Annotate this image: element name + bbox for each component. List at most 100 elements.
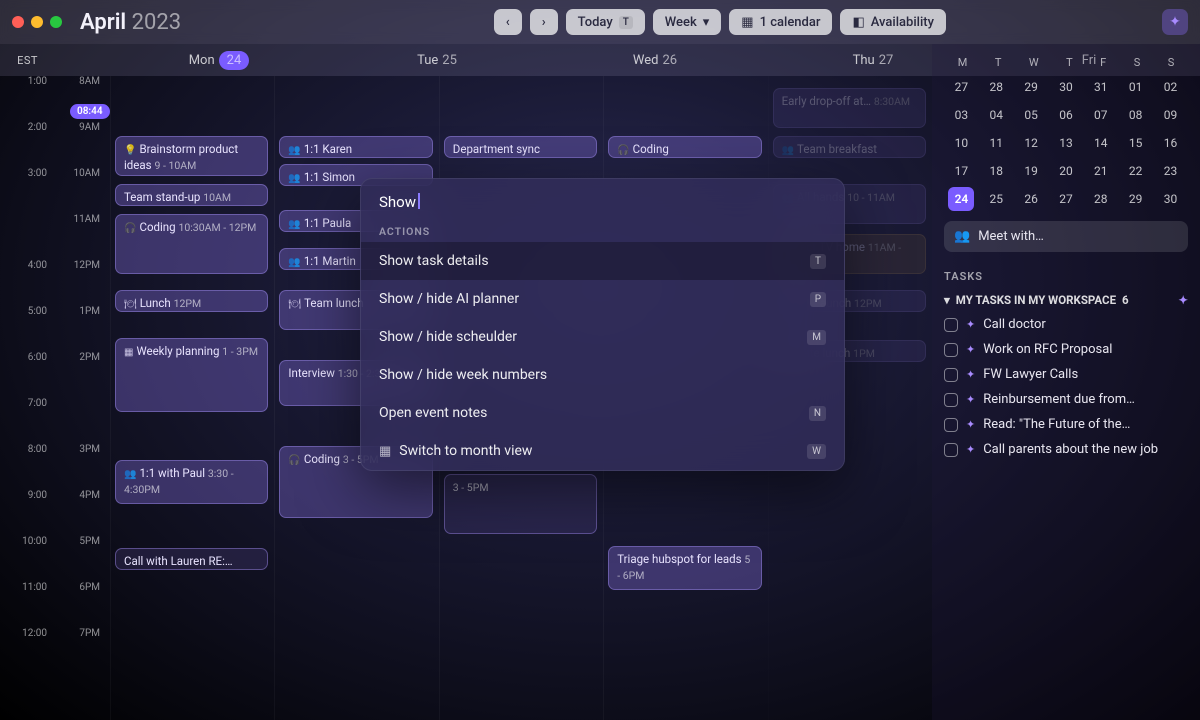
- command-input[interactable]: Show: [361, 179, 844, 221]
- page-title: April 2023: [80, 10, 181, 35]
- calendar-icon: ▦: [741, 15, 753, 30]
- meet-with-button[interactable]: 👥 Meet with…: [944, 221, 1188, 252]
- day-header[interactable]: Mon24: [110, 53, 328, 68]
- calendar-event[interactable]: Call with Lauren RE:…: [115, 548, 268, 570]
- command-item[interactable]: Show / hide week numbers: [361, 356, 844, 394]
- mini-day[interactable]: 15: [1123, 131, 1149, 155]
- mini-day[interactable]: 28: [1088, 187, 1114, 211]
- task-item[interactable]: ✦Work on RFC Proposal: [944, 342, 1188, 357]
- close-icon[interactable]: [12, 16, 24, 28]
- mini-day[interactable]: 31: [1088, 75, 1114, 99]
- time-row: 4:0012PM: [0, 260, 110, 306]
- task-item[interactable]: ✦Reinbursement due from…: [944, 392, 1188, 407]
- ai-sparkle-button[interactable]: ✦: [1162, 9, 1188, 35]
- calendar-event[interactable]: 👥1:1 with Paul 3:30 - 4:30PM: [115, 460, 268, 504]
- calendar-event[interactable]: 💡Brainstorm product ideas 9 - 10AM: [115, 136, 268, 176]
- mini-day[interactable]: 01: [1123, 75, 1149, 99]
- right-sidebar: MTWTFSS 27282930310102030405060708091011…: [932, 44, 1200, 720]
- people-icon: 👥: [954, 229, 970, 244]
- mini-dow: F: [1100, 56, 1106, 69]
- mini-day[interactable]: 29: [1018, 75, 1044, 99]
- mini-day[interactable]: 26: [1018, 187, 1044, 211]
- bolt-icon: ✦: [966, 418, 975, 431]
- checkbox[interactable]: [944, 318, 958, 332]
- mini-dow: T: [1066, 56, 1073, 69]
- mini-day[interactable]: 20: [1053, 159, 1079, 183]
- calendar-event[interactable]: 🎧Coding 10:30AM - 12PM: [115, 214, 268, 274]
- calendar-event[interactable]: 👥1:1 Karen: [279, 136, 432, 158]
- mini-day[interactable]: 02: [1157, 75, 1183, 99]
- mini-day[interactable]: 23: [1157, 159, 1183, 183]
- availability-button[interactable]: ◧ Availability: [840, 9, 946, 35]
- mini-day[interactable]: 10: [948, 131, 974, 155]
- task-item[interactable]: ✦Call doctor: [944, 317, 1188, 332]
- mini-day[interactable]: 30: [1157, 187, 1183, 211]
- mini-calendar[interactable]: MTWTFSS 27282930310102030405060708091011…: [944, 56, 1188, 211]
- mini-day[interactable]: 29: [1123, 187, 1149, 211]
- time-row: 7:00: [0, 398, 110, 444]
- task-item[interactable]: ✦Call parents about the new job: [944, 442, 1188, 457]
- calendar-event[interactable]: 🍽Lunch 12PM: [115, 290, 268, 312]
- mini-day[interactable]: 14: [1088, 131, 1114, 155]
- command-item[interactable]: Show / hide scheulderM: [361, 318, 844, 356]
- mini-day[interactable]: 07: [1088, 103, 1114, 127]
- command-palette[interactable]: Show ACTIONS Show task detailsTShow / hi…: [360, 178, 845, 471]
- calendar-event[interactable]: Team stand-up 10AM: [115, 184, 268, 206]
- checkbox[interactable]: [944, 368, 958, 382]
- mini-day[interactable]: 21: [1088, 159, 1114, 183]
- calendar-event[interactable]: 🎧Coding: [608, 136, 761, 158]
- mini-day[interactable]: 13: [1053, 131, 1079, 155]
- minimize-icon[interactable]: [31, 16, 43, 28]
- mini-day[interactable]: 03: [948, 103, 974, 127]
- chevron-down-icon: ▾: [703, 15, 710, 30]
- calendar-event[interactable]: Triage hubspot for leads 5 - 6PM: [608, 546, 761, 590]
- mini-day[interactable]: 06: [1053, 103, 1079, 127]
- window-controls[interactable]: [12, 16, 62, 28]
- maximize-icon[interactable]: [50, 16, 62, 28]
- view-select[interactable]: Week ▾: [653, 9, 722, 35]
- day-header[interactable]: Tue25: [328, 53, 546, 68]
- mini-day[interactable]: 11: [983, 131, 1009, 155]
- mini-day[interactable]: 16: [1157, 131, 1183, 155]
- calendar-event[interactable]: Department sync: [444, 136, 597, 158]
- checkbox[interactable]: [944, 343, 958, 357]
- bolt-icon: ✦: [966, 318, 975, 331]
- today-button[interactable]: Today T: [566, 9, 645, 35]
- mini-day[interactable]: 27: [948, 75, 974, 99]
- prev-button[interactable]: ‹: [494, 9, 522, 35]
- command-item[interactable]: ▦Switch to month viewW: [361, 432, 844, 470]
- mini-day[interactable]: 18: [983, 159, 1009, 183]
- mini-day[interactable]: 04: [983, 103, 1009, 127]
- mini-day[interactable]: 09: [1157, 103, 1183, 127]
- command-item[interactable]: Show / hide AI plannerP: [361, 280, 844, 318]
- command-item[interactable]: Open event notesN: [361, 394, 844, 432]
- checkbox[interactable]: [944, 393, 958, 407]
- next-button[interactable]: ›: [530, 9, 558, 35]
- mini-day[interactable]: 19: [1018, 159, 1044, 183]
- mini-day[interactable]: 05: [1018, 103, 1044, 127]
- mini-day[interactable]: 24: [948, 187, 974, 211]
- mini-day[interactable]: 30: [1053, 75, 1079, 99]
- sparkle-icon[interactable]: ✦: [1178, 293, 1188, 307]
- checkbox[interactable]: [944, 443, 958, 457]
- day-header[interactable]: Wed26: [546, 53, 764, 68]
- task-item[interactable]: ✦Read: "The Future of the…: [944, 417, 1188, 432]
- mini-dow: W: [1029, 56, 1039, 69]
- checkbox[interactable]: [944, 418, 958, 432]
- calendars-button[interactable]: ▦ 1 calendar: [729, 9, 832, 35]
- mini-day[interactable]: 27: [1053, 187, 1079, 211]
- calendar-event[interactable]: Early drop-off at… 8:30AM: [773, 88, 926, 128]
- mini-day[interactable]: 22: [1123, 159, 1149, 183]
- mini-day[interactable]: 25: [983, 187, 1009, 211]
- mini-day[interactable]: 17: [948, 159, 974, 183]
- calendar-event[interactable]: ▦Weekly planning 1 - 3PM: [115, 338, 268, 412]
- command-item[interactable]: Show task detailsT: [361, 242, 844, 280]
- calendar-event[interactable]: 👥Team breakfast: [773, 136, 926, 158]
- task-item[interactable]: ✦FW Lawyer Calls: [944, 367, 1188, 382]
- mini-day[interactable]: 28: [983, 75, 1009, 99]
- mini-day[interactable]: 12: [1018, 131, 1044, 155]
- day-column[interactable]: 💡Brainstorm product ideas 9 - 10AM Team s…: [110, 76, 274, 720]
- workspace-header[interactable]: ▾ MY TASKS IN MY WORKSPACE 6 ✦: [944, 293, 1188, 307]
- calendar-event[interactable]: 3 - 5PM: [444, 474, 597, 534]
- mini-day[interactable]: 08: [1123, 103, 1149, 127]
